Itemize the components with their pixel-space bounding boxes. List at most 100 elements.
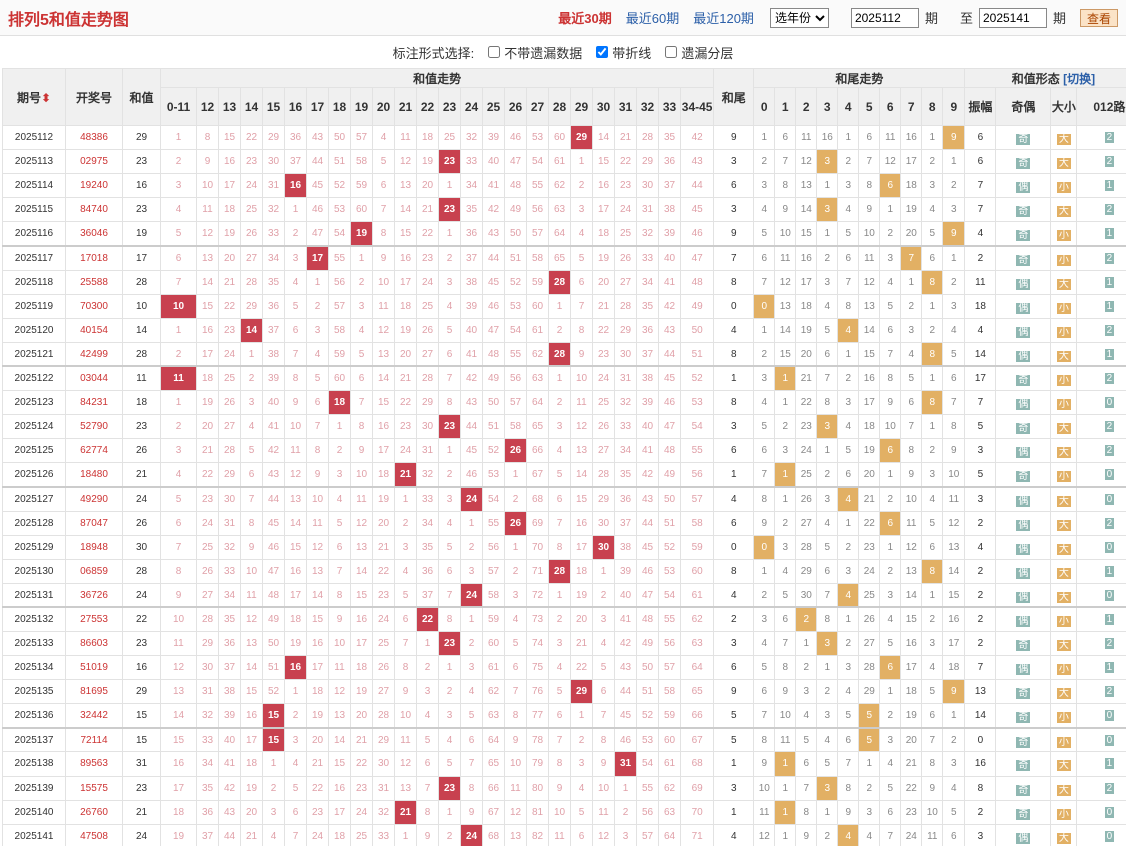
bs-badge: 大 [1056, 278, 1071, 290]
sum-cell: 26 [122, 510, 161, 536]
sum-miss-cell: 18 [284, 606, 307, 632]
sum-miss-cell: 37 [636, 341, 659, 367]
period-cell: 2025141 [2, 823, 66, 846]
bs-badge: 大 [1056, 423, 1071, 435]
tail-cell: 6 [713, 173, 755, 199]
sum-miss-cell: 4 [548, 438, 571, 464]
sum-miss-cell: 18 [372, 462, 395, 488]
tail-miss-cell: 5 [879, 630, 902, 657]
sum-miss-cell: 50 [262, 630, 285, 657]
sum-miss-cell: 27 [240, 244, 263, 271]
sum-miss-cell: 2 [504, 558, 527, 584]
table-row: 2025131 36726 24 9 27 34 11 48 17 14 8 15 23 5 37 7 24 58… [2, 582, 1126, 608]
period-cell: 2025119 [2, 293, 66, 319]
sum-miss-cell: 17 [284, 582, 307, 608]
tail-cell: 5 [713, 726, 755, 753]
sum-miss-cell: 19 [240, 775, 263, 801]
header-period[interactable]: 期号⬍ [2, 68, 66, 126]
option-layer[interactable]: 遗漏分层 [665, 43, 733, 62]
sum-miss-cell: 40 [482, 149, 505, 175]
sum-miss-cell: 14 [196, 269, 219, 295]
checkbox-no-miss[interactable] [488, 46, 501, 58]
oe-cell: 奇 [995, 726, 1052, 753]
span-cell: 3 [964, 438, 997, 464]
sum-miss-cell: 23 [350, 775, 373, 801]
number-cell: 84740 [65, 197, 123, 223]
tail-miss-cell: 7 [858, 149, 881, 175]
sum-miss-cell: 3 [240, 390, 263, 416]
year-select[interactable]: 选年份 [769, 7, 829, 28]
tail-cell: 3 [713, 197, 755, 223]
sum-hit-cell: 17 [306, 244, 329, 271]
sum-miss-cell: 6 [240, 462, 263, 488]
number-cell: 47508 [65, 823, 123, 846]
sum-cell: 11 [122, 365, 161, 392]
sum-miss-cell: 5 [592, 655, 615, 681]
tail-miss-cell: 10 [921, 799, 944, 825]
search-button[interactable]: 查看 [1079, 8, 1118, 27]
tail-miss-cell: 2 [942, 726, 966, 753]
sum-miss-cell: 23 [614, 173, 637, 199]
link-last-120[interactable]: 最近120期 [693, 8, 754, 27]
to-period-input[interactable] [978, 7, 1047, 28]
sum-miss-cell: 9 [160, 582, 197, 608]
sum-miss-cell: 1 [394, 485, 417, 512]
sum-hit-cell: 23 [438, 630, 461, 657]
option-no-miss[interactable]: 不带遗漏数据 [488, 43, 582, 62]
tail-miss-cell: 2 [837, 365, 860, 392]
bs-cell: 大 [1050, 558, 1078, 584]
r012-badge: 0 [1104, 710, 1115, 722]
sum-miss-cell: 42 [460, 365, 483, 392]
tail-miss-cell: 8 [837, 775, 860, 801]
sum-miss-cell: 12 [570, 414, 593, 440]
tail-miss-cell: 3 [837, 390, 860, 416]
r012-badge: 2 [1104, 517, 1115, 529]
oe-badge: 偶 [1016, 616, 1031, 628]
sum-miss-cell: 18 [350, 655, 373, 681]
sum-miss-cell: 36 [614, 485, 637, 512]
sum-miss-cell: 2 [438, 462, 461, 488]
tail-hit-cell: 1 [774, 365, 797, 392]
tail-miss-cell: 12 [795, 149, 818, 175]
sum-miss-cell: 57 [526, 221, 549, 247]
tail-miss-cell: 26 [858, 606, 881, 632]
tail-miss-cell: 2 [816, 823, 839, 846]
header-span: 振幅 [964, 87, 997, 126]
sum-hit-cell: 31 [614, 751, 637, 777]
sum-miss-cell: 60 [679, 558, 715, 584]
tail-miss-cell: 5 [942, 341, 966, 367]
sum-miss-cell: 43 [460, 390, 483, 416]
sum-miss-cell: 3 [160, 438, 197, 464]
sum-miss-cell: 28 [196, 606, 219, 632]
sum-miss-cell: 7 [460, 751, 483, 777]
sum-col-header: 27 [526, 87, 549, 126]
sum-miss-cell: 13 [328, 703, 351, 729]
sum-miss-cell: 55 [482, 510, 505, 536]
oe-badge: 奇 [1016, 760, 1031, 772]
sum-miss-cell: 62 [482, 679, 505, 705]
table-row: 2025140 26760 21 18 36 43 20 3 6 23 17 24 32 21 8 1 9 67 1… [2, 799, 1126, 825]
span-cell: 16 [964, 751, 997, 777]
tail-miss-cell: 5 [837, 703, 860, 729]
sum-miss-cell: 6 [160, 510, 197, 536]
checkbox-layer[interactable] [665, 46, 678, 58]
sum-miss-cell: 36 [416, 558, 439, 584]
sum-miss-cell: 25 [350, 823, 373, 846]
tail-miss-cell: 7 [774, 149, 797, 175]
sum-miss-cell: 57 [504, 390, 527, 416]
switch-link[interactable]: [切换] [1063, 72, 1095, 86]
sum-miss-cell: 40 [658, 244, 681, 271]
from-period-input[interactable] [850, 7, 919, 28]
oe-cell: 奇 [995, 751, 1052, 777]
sum-miss-cell: 4 [160, 462, 197, 488]
sum-miss-cell: 22 [394, 390, 417, 416]
link-last-30[interactable]: 最近30期 [558, 8, 611, 27]
link-last-60[interactable]: 最近60期 [626, 8, 679, 27]
checkbox-line[interactable] [596, 46, 609, 58]
sum-miss-cell: 15 [592, 149, 615, 175]
sum-miss-cell: 15 [394, 221, 417, 247]
header-number: 开奖号 [65, 68, 123, 126]
sum-miss-cell: 18 [592, 221, 615, 247]
sum-miss-cell: 6 [284, 799, 307, 825]
option-line[interactable]: 带折线 [596, 43, 651, 62]
